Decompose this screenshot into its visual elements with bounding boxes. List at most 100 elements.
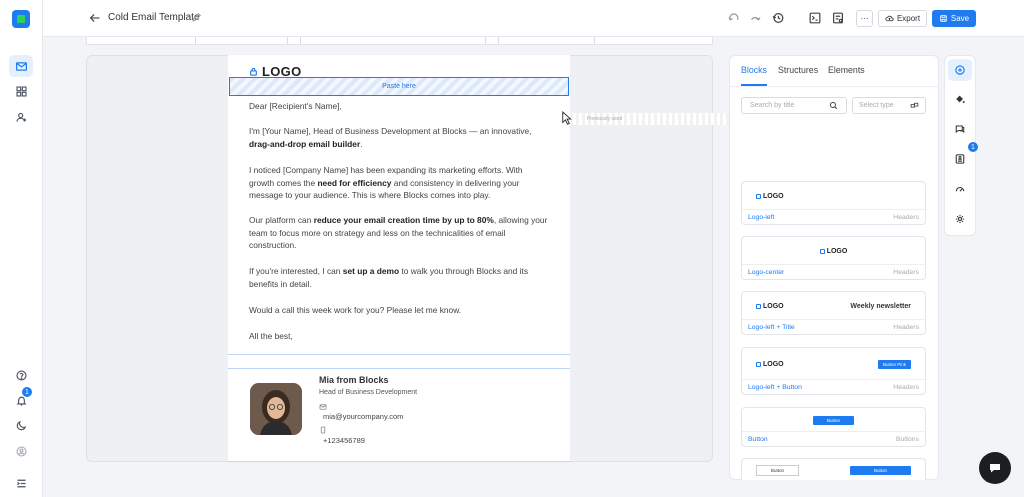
chat-icon [990, 464, 1000, 473]
code-view-icon[interactable] [808, 11, 822, 25]
paragraph-3[interactable]: Our platform can reduce your email creat… [249, 214, 549, 252]
p1-text: I'm [Your Name], Head of Business Develo… [249, 126, 532, 136]
block-divider [228, 368, 570, 369]
pencil-icon[interactable] [191, 12, 202, 23]
block-card-logo-left[interactable]: LOGO Logo-left Headers [741, 181, 926, 225]
p1-end: . [360, 138, 363, 149]
app-logo[interactable] [12, 10, 30, 28]
drag-ghost: Previously used [570, 113, 730, 125]
more-button[interactable]: ··· [856, 10, 873, 27]
collapse-menu-icon[interactable] [9, 472, 33, 494]
moon-icon[interactable] [9, 414, 33, 436]
export-label: Export [896, 14, 921, 23]
search-placeholder: Search by title [750, 102, 795, 109]
phone-icon [319, 425, 327, 434]
card-category: Headers [893, 269, 919, 276]
paragraph-5[interactable]: Would a call this week work for you? Ple… [249, 304, 549, 317]
mail-icon [319, 402, 327, 410]
p1-bold: drag-and-drop email builder [249, 138, 361, 149]
versions-icon[interactable]: 1 [948, 142, 978, 170]
mini-logo: LOGO [819, 248, 848, 255]
signature-email[interactable]: mia@yourcompany.com [323, 412, 403, 421]
card-category: Headers [893, 214, 919, 221]
block-card-logo-center[interactable]: LOGO Logo-center Headers [741, 236, 926, 280]
page-title: Cold Email Template [108, 12, 200, 23]
card-label: Button [748, 436, 768, 443]
mini-logo: LOGO [756, 361, 784, 368]
card-category: Buttons [895, 436, 919, 443]
avatar-icon[interactable] [9, 440, 33, 462]
mini-button: Button [812, 416, 854, 425]
type-placeholder: Select type [859, 102, 894, 109]
users-icon[interactable] [9, 106, 33, 128]
previous-block-strip [86, 37, 713, 45]
active-tab-underline [741, 84, 767, 86]
history-icon[interactable] [771, 11, 785, 25]
paint-bucket-icon[interactable] [948, 88, 972, 110]
paragraph-1[interactable]: I'm [Your Name], Head of Business Develo… [249, 125, 549, 150]
mini-title: Weekly newsletter [850, 303, 911, 310]
mini-logo-text: LOGO [763, 193, 784, 200]
card-category: Headers [893, 324, 919, 331]
bell-icon[interactable]: 1 [9, 387, 33, 411]
p3-bold: reduce your email creation time by up to… [313, 215, 494, 225]
back-arrow-icon[interactable] [88, 11, 102, 25]
signature-name: Mia from Blocks [319, 375, 389, 385]
settings-gear-icon[interactable] [948, 208, 972, 230]
grid-icon[interactable] [9, 80, 33, 102]
signature-photo [250, 383, 302, 435]
paste-drop-zone[interactable]: Paste here [229, 77, 569, 96]
save-button[interactable]: Save [932, 10, 976, 27]
mail-icon[interactable] [9, 55, 33, 77]
add-block-icon[interactable] [948, 59, 972, 81]
paragraph-2[interactable]: I noticed [Company Name] has been expand… [249, 164, 549, 202]
search-icon [829, 101, 838, 110]
redo-icon[interactable] [749, 11, 763, 25]
p3-text: Our platform can [249, 215, 314, 225]
save-label: Save [950, 14, 970, 23]
card-label: Logo-left + Title [748, 324, 795, 331]
mini-button-outline: Button [756, 464, 800, 476]
chat-widget-button[interactable] [979, 452, 1011, 484]
undo-icon[interactable] [726, 11, 740, 25]
tabs-divider [729, 86, 939, 87]
help-icon[interactable] [9, 364, 33, 386]
paragraph-4[interactable]: If you're interested, I can set up a dem… [249, 265, 549, 290]
mini-button: Button [849, 465, 911, 475]
block-divider [228, 461, 570, 462]
export-button[interactable]: Export [878, 10, 927, 27]
comments-icon[interactable] [948, 118, 972, 140]
versions-badge: 1 [968, 142, 978, 152]
mini-logo-text: LOGO [763, 303, 784, 310]
block-card-logo-left-title[interactable]: LOGO Weekly newsletter Logo-left + Title … [741, 291, 926, 335]
tab-elements[interactable]: Elements [828, 65, 865, 75]
card-label: Logo-left + Button [748, 384, 802, 391]
signature-phone[interactable]: +123456789 [323, 436, 365, 445]
greeting[interactable]: Dear [Recipient's Name], [249, 100, 549, 113]
mini-logo: LOGO [756, 303, 784, 310]
template-list-icon[interactable] [831, 11, 845, 25]
mini-button: Button Pink [877, 360, 911, 369]
block-card-two-buttons[interactable]: Button Button [741, 458, 926, 480]
lock-icon [250, 67, 257, 76]
mini-logo: LOGO [756, 193, 784, 200]
tab-structures[interactable]: Structures [778, 65, 818, 75]
signature-role: Head of Business Development [319, 389, 418, 396]
mini-logo-text: LOGO [826, 248, 848, 255]
closing[interactable]: All the best, [249, 330, 549, 343]
type-select[interactable]: Select type [852, 97, 926, 114]
mini-logo-text: LOGO [763, 361, 784, 368]
filter-icon [910, 102, 919, 108]
drag-cursor-icon [561, 111, 575, 127]
block-card-logo-left-button[interactable]: LOGO Button Pink Logo-left + Button Heade… [741, 347, 926, 395]
speedometer-icon[interactable] [948, 178, 972, 200]
save-icon [940, 15, 947, 22]
p4-text: If you're interested, I can [249, 266, 343, 276]
card-label: Logo-left [748, 214, 775, 221]
card-label: Logo-center [748, 269, 785, 276]
block-divider [228, 354, 570, 355]
notification-badge: 1 [22, 387, 32, 397]
block-card-button[interactable]: Button Button Buttons [741, 407, 926, 447]
search-input[interactable]: Search by title [741, 97, 847, 114]
tab-blocks[interactable]: Blocks [741, 65, 767, 75]
